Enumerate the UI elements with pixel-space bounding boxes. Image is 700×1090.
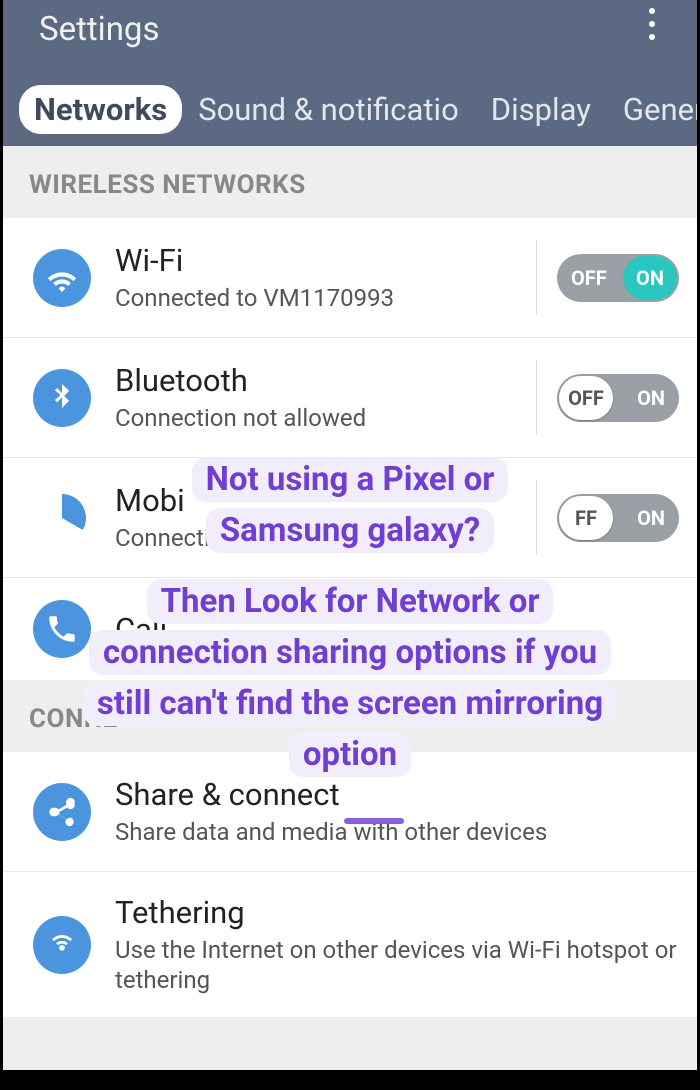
- mobile-data-toggle[interactable]: FF ON: [557, 494, 679, 542]
- toggle-on-label: ON: [637, 506, 665, 530]
- annotation-overlay-2: Then Look for Network or connection shar…: [80, 576, 620, 781]
- annotation-overlay-1: Not using a Pixel or Samsung galaxy?: [130, 454, 570, 556]
- row-subtitle: Connection not allowed: [115, 403, 536, 433]
- toggle-off-label: OFF: [571, 266, 607, 290]
- row-wifi[interactable]: Wi-Fi Connected to VM1170993 OFF ON: [3, 218, 697, 338]
- bluetooth-icon: [33, 369, 91, 427]
- page-title: Settings: [39, 10, 160, 49]
- annotation-text-1: Not using a Pixel or Samsung galaxy?: [192, 457, 509, 553]
- toggle-on-label: ON: [623, 256, 677, 300]
- row-subtitle: Connected to VM1170993: [115, 283, 536, 313]
- row-title: Share & connect: [115, 776, 679, 813]
- tab-general[interactable]: General: [607, 83, 697, 136]
- app-header: Settings Networks Sound & notificatio Di…: [3, 0, 697, 146]
- more-menu-icon[interactable]: [641, 0, 663, 48]
- toggle-on-label: ON: [637, 386, 665, 410]
- annotation-text-2: Then Look for Network or connection shar…: [83, 579, 617, 777]
- tab-networks[interactable]: Networks: [19, 85, 182, 134]
- tab-bar: Networks Sound & notificatio Display Gen…: [3, 83, 697, 136]
- share-icon: [33, 783, 91, 841]
- row-subtitle: Use the Internet on other devices via Wi…: [115, 935, 679, 995]
- row-title: Tethering: [115, 894, 679, 931]
- wifi-toggle[interactable]: OFF ON: [557, 254, 679, 302]
- bottom-bezel: [0, 1070, 700, 1090]
- tab-display[interactable]: Display: [475, 83, 607, 136]
- tab-sound[interactable]: Sound & notificatio: [182, 83, 475, 136]
- row-tethering[interactable]: Tethering Use the Internet on other devi…: [3, 872, 697, 1017]
- bluetooth-toggle[interactable]: OFF ON: [557, 374, 679, 422]
- section-header-wireless: WIRELESS NETWORKS: [3, 146, 697, 218]
- wifi-icon: [33, 249, 91, 307]
- connectivity-list: Share & connect Share data and media wit…: [3, 752, 697, 1017]
- mobile-data-icon: [33, 489, 91, 547]
- row-bluetooth[interactable]: Bluetooth Connection not allowed OFF ON: [3, 338, 697, 458]
- row-title: Wi-Fi: [115, 242, 536, 279]
- toggle-off-label: OFF: [559, 376, 613, 420]
- annotation-connector: [344, 818, 404, 824]
- row-title: Bluetooth: [115, 362, 536, 399]
- tethering-icon: [33, 916, 91, 974]
